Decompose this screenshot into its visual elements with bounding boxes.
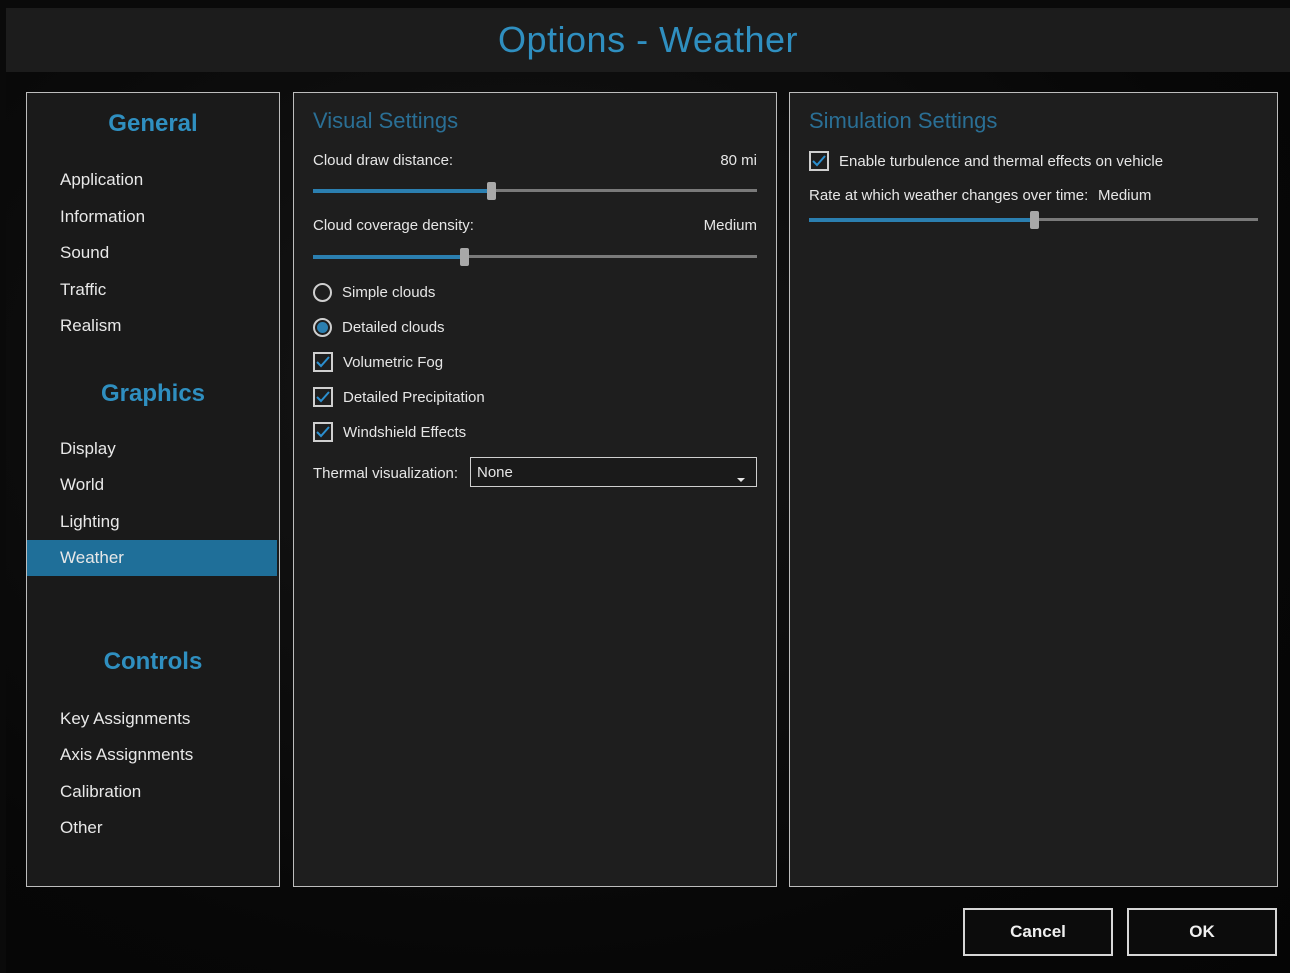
nav-item-sound[interactable]: Sound <box>27 235 277 271</box>
slider-fill <box>313 189 491 193</box>
checkmark-icon <box>313 387 333 407</box>
nav-item-axis-assignments[interactable]: Axis Assignments <box>27 737 277 773</box>
simulation-settings-panel: Simulation Settings Enable turbulence an… <box>789 92 1278 887</box>
nav-item-display[interactable]: Display <box>27 431 277 467</box>
nav-item-key-assignments[interactable]: Key Assignments <box>27 701 277 737</box>
slider-thumb[interactable] <box>1029 211 1039 229</box>
turbulence-checkbox[interactable]: Enable turbulence and thermal effects on… <box>809 148 1163 174</box>
slider-fill <box>809 218 1034 222</box>
radio-selected-icon <box>313 317 332 337</box>
slider-thumb[interactable] <box>459 248 469 266</box>
chevron-down-icon <box>736 470 746 488</box>
slider-fill <box>313 255 464 259</box>
simple-clouds-label: Simple clouds <box>342 283 436 301</box>
cloud-draw-distance-label: Cloud draw distance: <box>313 152 454 169</box>
cloud-coverage-density-label: Cloud coverage density: <box>313 217 474 234</box>
detailed-clouds-label: Detailed clouds <box>342 318 445 336</box>
nav-heading-graphics: Graphics <box>100 380 206 407</box>
nav-item-world[interactable]: World <box>27 467 277 503</box>
nav-heading-controls: Controls <box>103 648 203 675</box>
nav-panel: General Application Information Sound Tr… <box>26 92 280 887</box>
cloud-draw-distance-value: 80 mi <box>720 152 757 169</box>
ok-button[interactable]: OK <box>1127 908 1277 956</box>
detailed-precipitation-checkbox[interactable]: Detailed Precipitation <box>313 384 485 410</box>
cancel-button[interactable]: Cancel <box>963 908 1113 956</box>
nav-item-traffic[interactable]: Traffic <box>27 272 277 308</box>
nav-item-lighting[interactable]: Lighting <box>27 504 277 540</box>
weather-change-rate-slider[interactable] <box>809 210 1258 230</box>
radio-unselected-icon <box>313 282 332 302</box>
nav-item-other[interactable]: Other <box>27 810 277 846</box>
cloud-coverage-density-value: Medium <box>703 217 757 234</box>
checkmark-icon <box>313 422 333 442</box>
thermal-visualization-value: None <box>477 464 513 481</box>
weather-change-rate-label: Rate at which weather changes over time: <box>809 187 1089 204</box>
nav-item-calibration[interactable]: Calibration <box>27 774 277 810</box>
detailed-clouds-radio[interactable]: Detailed clouds <box>313 314 445 340</box>
detailed-precipitation-label: Detailed Precipitation <box>343 388 485 406</box>
options-window: Options - Weather General Application In… <box>6 8 1290 973</box>
weather-change-rate-value: Medium <box>1098 187 1152 204</box>
nav-heading-general: General <box>108 110 198 137</box>
checkmark-icon <box>809 151 829 171</box>
nav-item-weather[interactable]: Weather <box>27 540 277 576</box>
slider-thumb[interactable] <box>486 182 496 200</box>
thermal-visualization-dropdown[interactable]: None <box>470 457 757 487</box>
visual-settings-title: Visual Settings <box>313 108 459 133</box>
nav-item-application[interactable]: Application <box>27 162 277 198</box>
cloud-coverage-density-slider[interactable] <box>313 247 757 267</box>
volumetric-fog-checkbox[interactable]: Volumetric Fog <box>313 349 443 375</box>
visual-settings-panel: Visual Settings Cloud draw distance: 80 … <box>293 92 777 887</box>
simulation-settings-title: Simulation Settings <box>809 108 998 133</box>
nav-item-realism[interactable]: Realism <box>27 308 277 344</box>
simple-clouds-radio[interactable]: Simple clouds <box>313 279 435 305</box>
title-bar: Options - Weather <box>6 8 1290 72</box>
turbulence-label: Enable turbulence and thermal effects on… <box>839 152 1164 170</box>
checkmark-icon <box>313 352 333 372</box>
thermal-visualization-label: Thermal visualization: <box>313 465 459 482</box>
nav-item-information[interactable]: Information <box>27 199 277 235</box>
volumetric-fog-label: Volumetric Fog <box>343 353 444 371</box>
windshield-effects-label: Windshield Effects <box>343 423 467 441</box>
cloud-draw-distance-slider[interactable] <box>313 181 757 201</box>
window-title: Options - Weather <box>498 19 798 60</box>
windshield-effects-checkbox[interactable]: Windshield Effects <box>313 419 466 445</box>
